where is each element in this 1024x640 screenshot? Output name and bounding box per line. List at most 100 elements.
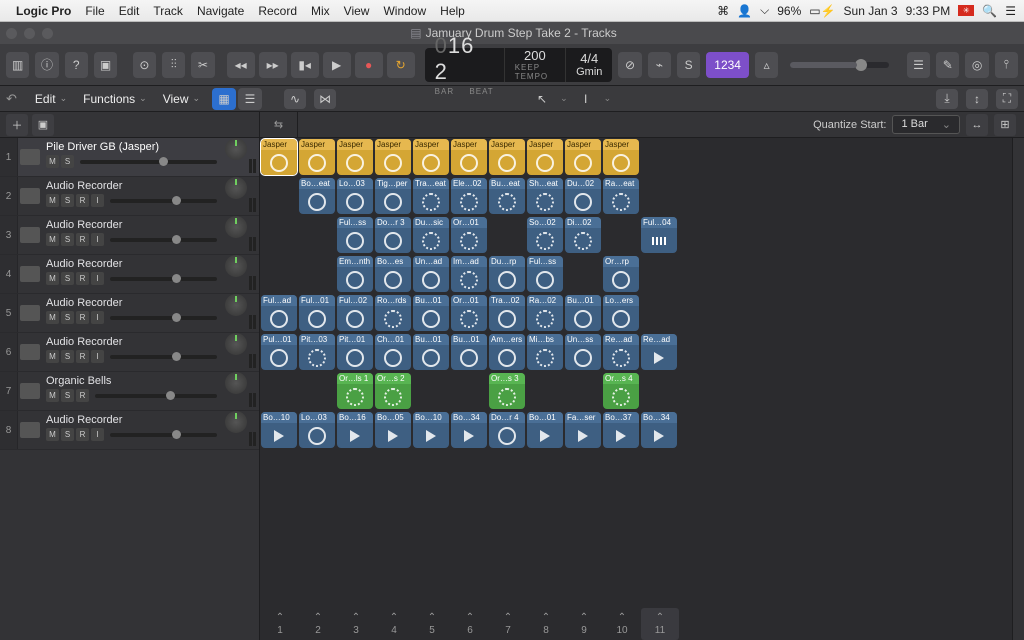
- loop-cell[interactable]: Bu…eat: [489, 178, 525, 214]
- menu-help[interactable]: Help: [440, 4, 465, 18]
- track-name[interactable]: Audio Recorder: [46, 258, 221, 270]
- live-loops-view-button[interactable]: ▦: [212, 88, 236, 110]
- loop-cell[interactable]: Jasper: [413, 139, 449, 175]
- pointer-tool[interactable]: ↖: [532, 90, 552, 108]
- loop-cell[interactable]: Ro…rds: [375, 295, 411, 331]
- loop-cell[interactable]: Ful…02: [337, 295, 373, 331]
- toolbar-button[interactable]: ▣: [94, 52, 117, 78]
- track-m-button[interactable]: M: [46, 155, 59, 168]
- empty-cell[interactable]: [299, 373, 335, 409]
- menu-navigate[interactable]: Navigate: [197, 4, 244, 18]
- loop-cell[interactable]: So…02: [527, 217, 563, 253]
- track-pan-knob[interactable]: [225, 294, 247, 316]
- track-name[interactable]: Audio Recorder: [46, 414, 221, 426]
- empty-cell[interactable]: [261, 256, 297, 292]
- empty-cell[interactable]: [641, 139, 677, 175]
- track-name[interactable]: Pile Driver GB (Jasper): [46, 141, 221, 153]
- time-sig[interactable]: 4/4: [580, 51, 598, 66]
- track-pan-knob[interactable]: [225, 411, 247, 433]
- loop-cell[interactable]: Tra…02: [489, 295, 525, 331]
- menu-mix[interactable]: Mix: [311, 4, 330, 18]
- empty-cell[interactable]: [261, 178, 297, 214]
- go-to-beginning-button[interactable]: ▮◂: [291, 52, 319, 78]
- track-pan-knob[interactable]: [225, 138, 247, 160]
- loop-cell[interactable]: Jasper: [565, 139, 601, 175]
- track-r-button[interactable]: R: [76, 272, 89, 285]
- loop-cell[interactable]: Jasper: [489, 139, 525, 175]
- scene-trigger[interactable]: ⌃9: [565, 608, 603, 640]
- view-menu[interactable]: View: [159, 90, 204, 108]
- scene-trigger[interactable]: ⌃3: [337, 608, 375, 640]
- track-row[interactable]: 6 Audio Recorder MSRI: [0, 333, 259, 372]
- track-m-button[interactable]: M: [46, 428, 59, 441]
- track-pan-knob[interactable]: [225, 255, 247, 277]
- loop-cell[interactable]: Ful…01: [299, 295, 335, 331]
- loop-cell[interactable]: Re…ad: [603, 334, 639, 370]
- track-r-button[interactable]: R: [76, 194, 89, 207]
- loop-cell[interactable]: Im…ad: [451, 256, 487, 292]
- empty-cell[interactable]: [641, 256, 677, 292]
- loop-cell[interactable]: Lo…03: [337, 178, 373, 214]
- edit-menu[interactable]: Edit: [31, 90, 71, 108]
- track-pan-knob[interactable]: [225, 333, 247, 355]
- track-name[interactable]: Audio Recorder: [46, 297, 221, 309]
- track-s-button[interactable]: S: [61, 155, 74, 168]
- user-icon[interactable]: 👤: [737, 4, 752, 18]
- scene-panel-button[interactable]: ⊞: [994, 114, 1016, 136]
- key-sig[interactable]: Gmin: [576, 66, 602, 78]
- track-icon[interactable]: [18, 411, 42, 449]
- track-s-button[interactable]: S: [61, 233, 74, 246]
- menu-edit[interactable]: Edit: [119, 4, 140, 18]
- track-name[interactable]: Audio Recorder: [46, 219, 221, 231]
- track-r-button[interactable]: R: [76, 350, 89, 363]
- loop-cell[interactable]: Bo…10: [413, 412, 449, 448]
- loop-cell[interactable]: Du…02: [565, 178, 601, 214]
- master-volume-slider[interactable]: [790, 62, 889, 68]
- loop-cell[interactable]: Bu…01: [413, 295, 449, 331]
- loop-cell[interactable]: Ful…ad: [261, 295, 297, 331]
- duplicate-track-button[interactable]: ▣: [32, 114, 54, 136]
- track-i-button[interactable]: I: [91, 311, 104, 324]
- loop-cell[interactable]: Jasper: [299, 139, 335, 175]
- loop-cell[interactable]: Bo…10: [261, 412, 297, 448]
- scene-trigger[interactable]: ⌃8: [527, 608, 565, 640]
- loop-cell[interactable]: Tig…per: [375, 178, 411, 214]
- menu-file[interactable]: File: [85, 4, 104, 18]
- inspector-button[interactable]: ⓘ: [35, 52, 58, 78]
- loop-cell[interactable]: Or…ls 1: [337, 373, 373, 409]
- wifi-icon[interactable]: ⌵: [760, 3, 769, 18]
- track-m-button[interactable]: M: [46, 389, 59, 402]
- play-button[interactable]: ▶: [323, 52, 351, 78]
- empty-cell[interactable]: [299, 256, 335, 292]
- track-volume-slider[interactable]: [110, 199, 217, 203]
- record-button[interactable]: ●: [355, 52, 383, 78]
- track-icon[interactable]: [18, 177, 42, 215]
- empty-cell[interactable]: [641, 178, 677, 214]
- waveform-zoom-button[interactable]: ⛶: [996, 89, 1018, 109]
- loop-cell[interactable]: Or…s 2: [375, 373, 411, 409]
- scene-trigger[interactable]: ⌃11: [641, 608, 679, 640]
- menu-window[interactable]: Window: [383, 4, 426, 18]
- loop-cell[interactable]: Di…02: [565, 217, 601, 253]
- loop-cell[interactable]: Tra…eat: [413, 178, 449, 214]
- metronome-button[interactable]: ▵: [755, 52, 778, 78]
- loop-cell[interactable]: Or…s 4: [603, 373, 639, 409]
- loop-cell[interactable]: Jasper: [451, 139, 487, 175]
- loop-cell[interactable]: Mi…bs: [527, 334, 563, 370]
- help-button[interactable]: ?: [65, 52, 88, 78]
- loop-cell[interactable]: Pul…01: [261, 334, 297, 370]
- list-editors-button[interactable]: ☰: [907, 52, 930, 78]
- traffic-lights[interactable]: [6, 28, 53, 39]
- track-row[interactable]: 7 Organic Bells MSR: [0, 372, 259, 411]
- track-icon[interactable]: [18, 216, 42, 254]
- empty-cell[interactable]: [489, 217, 525, 253]
- track-i-button[interactable]: I: [91, 272, 104, 285]
- rewind-button[interactable]: ◂◂: [227, 52, 255, 78]
- track-volume-slider[interactable]: [110, 277, 217, 281]
- track-r-button[interactable]: R: [76, 311, 89, 324]
- track-row[interactable]: 5 Audio Recorder MSRI: [0, 294, 259, 333]
- track-m-button[interactable]: M: [46, 272, 59, 285]
- count-in-button[interactable]: 1234: [706, 52, 749, 78]
- empty-cell[interactable]: [603, 217, 639, 253]
- scene-trigger[interactable]: ⌃1: [261, 608, 299, 640]
